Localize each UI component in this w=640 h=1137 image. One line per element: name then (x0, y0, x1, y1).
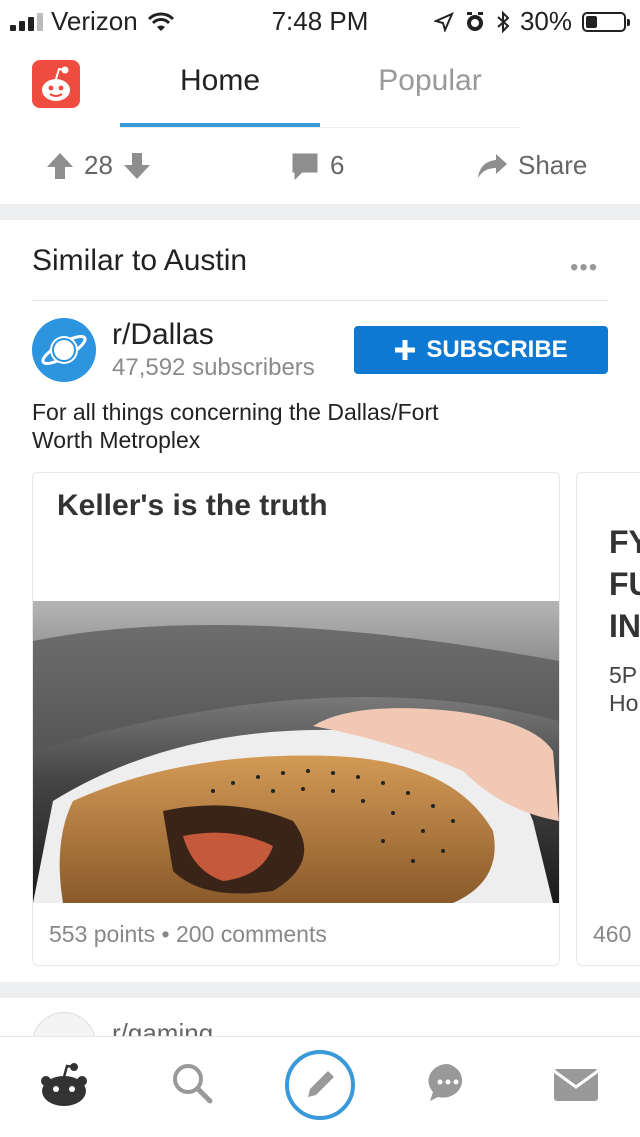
title-line: FU (609, 566, 640, 602)
subreddit-name[interactable]: r/Dallas (112, 318, 214, 352)
location-arrow-icon (433, 11, 454, 32)
post-title[interactable]: Keller's is the truth (57, 489, 328, 523)
vote-score: 28 (84, 150, 113, 180)
home-icon[interactable] (38, 1061, 90, 1109)
top-header: Home Popular (0, 40, 640, 128)
comment-count[interactable]: 6 (330, 150, 344, 181)
bottom-tab-bar (0, 1036, 640, 1137)
meta-separator: • (161, 921, 176, 947)
subscribe-label: SUBSCRIBE (426, 336, 568, 363)
tab-home[interactable]: Home (120, 64, 320, 98)
post-card-partial[interactable]: FY FU IN 5P Ho 460 (576, 472, 640, 966)
plus-icon (395, 340, 416, 360)
post-points: 553 points (49, 921, 156, 947)
subtitle-line: 5P (609, 662, 638, 688)
battery-percent: 30% (519, 6, 572, 36)
card-title: Similar to Austin (32, 244, 248, 277)
burger-photo[interactable] (33, 601, 559, 903)
post-subtitle-partial: 5P Ho (609, 661, 638, 717)
post-card[interactable]: Keller's is the truth 553 points • 200 c… (32, 472, 560, 966)
share-button[interactable]: Share (518, 150, 587, 181)
more-options-icon[interactable]: ••• (570, 254, 598, 282)
tab-popular[interactable]: Popular (330, 64, 530, 98)
create-post-icon[interactable] (284, 1049, 356, 1121)
post-title-partial[interactable]: FY FU IN (609, 521, 640, 647)
subreddit-planet-icon[interactable] (32, 318, 96, 382)
subscriber-count: 47,592 subscribers (112, 354, 315, 381)
post-points-partial: 460 (593, 921, 632, 947)
card-divider (32, 300, 608, 301)
share-icon[interactable] (476, 152, 508, 180)
section-divider (0, 982, 640, 998)
alarm-icon (466, 11, 483, 31)
subtitle-line: Ho (609, 690, 639, 716)
title-line: IN (609, 608, 640, 644)
title-line: FY (609, 524, 640, 560)
similar-subreddit-card: Similar to Austin ••• r/Dallas 47,592 su… (0, 222, 640, 980)
post-comments[interactable]: 200 comments (176, 921, 327, 947)
post-action-bar: 28 6 Share (0, 128, 640, 204)
search-icon[interactable] (170, 1061, 214, 1105)
reddit-logo-icon[interactable] (32, 60, 80, 108)
bluetooth-icon (497, 10, 510, 33)
section-divider (0, 204, 640, 220)
chat-icon[interactable] (426, 1061, 470, 1105)
subscribe-button[interactable]: SUBSCRIBE (354, 326, 608, 374)
status-bar: Verizon 7:48 PM 30% (0, 0, 640, 40)
comment-icon[interactable] (290, 151, 320, 181)
battery-icon (582, 11, 630, 32)
subreddit-description: For all things concerning the Dallas/For… (32, 399, 439, 453)
downvote-icon[interactable] (123, 151, 151, 181)
upvote-icon[interactable] (46, 151, 74, 181)
post-meta: 553 points • 200 comments (49, 921, 327, 948)
inbox-icon[interactable] (552, 1067, 600, 1103)
